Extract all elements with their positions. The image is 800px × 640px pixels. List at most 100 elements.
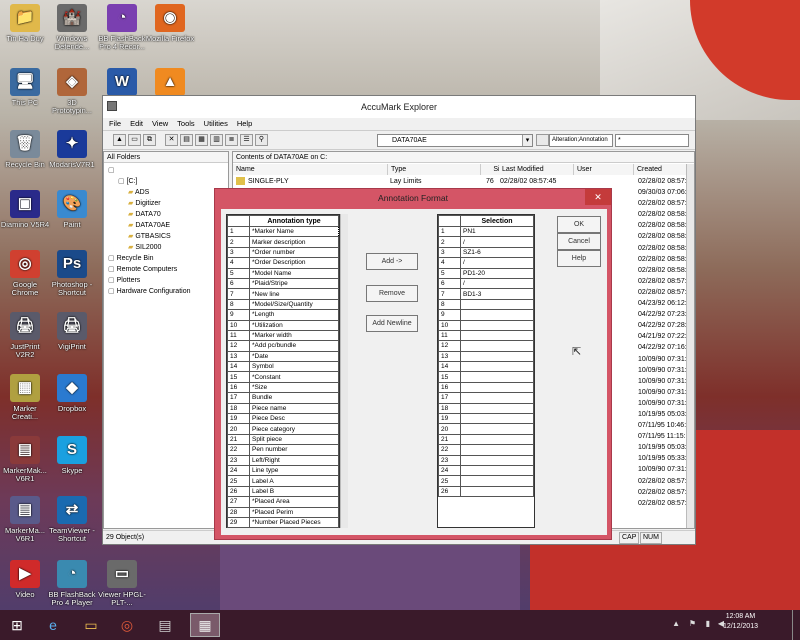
selection-row[interactable]: 20 xyxy=(438,423,534,435)
desktop-icon[interactable]: 🗑 Recycle Bin xyxy=(0,130,50,169)
annotation-type-row[interactable]: 5 *Model Name xyxy=(227,267,339,279)
menu-view[interactable]: View xyxy=(152,118,168,130)
annotation-type-row[interactable]: 21 Split piece xyxy=(227,433,339,446)
desktop-icon[interactable]: 🏰 Windows Defende... xyxy=(47,4,97,51)
selection-row[interactable]: 17 xyxy=(438,392,534,404)
selection-row[interactable]: 1 PN1 xyxy=(438,225,534,238)
tree-item[interactable]: ▢ Plotters xyxy=(108,275,228,286)
selection-row[interactable]: 8 xyxy=(438,298,534,311)
annotation-type-row[interactable]: 18 Piece name xyxy=(227,402,339,415)
properties-icon[interactable]: ▤ xyxy=(180,134,193,146)
alteration-field[interactable]: Alteration;Annotation xyxy=(549,134,613,147)
selection-row[interactable]: 16 xyxy=(438,381,534,394)
selection-row[interactable]: 23 xyxy=(438,454,534,467)
internet-explorer-icon[interactable]: e xyxy=(38,613,68,637)
annotation-type-row[interactable]: 12 *Add pc/bundle xyxy=(227,340,339,352)
explorer-titlebar[interactable]: AccuMark Explorer xyxy=(103,96,695,118)
annotation-type-row[interactable]: 3 *Order number xyxy=(227,246,339,259)
desktop-icon[interactable]: ▤ MarkerMak... V6R1 xyxy=(0,436,50,483)
selection-row[interactable]: 21 xyxy=(438,433,534,446)
desktop-icon[interactable]: ◈ 3D Prototypin... xyxy=(47,68,97,115)
selection-row[interactable]: 22 xyxy=(438,444,534,456)
annotation-type-row[interactable]: 2 Marker description xyxy=(227,236,339,248)
selection-row[interactable]: 19 xyxy=(438,413,534,425)
annotation-type-row[interactable]: 19 Piece Desc xyxy=(227,413,339,425)
large-icons-icon[interactable]: ▦ xyxy=(195,134,208,146)
tree-item[interactable]: ▰ ADS xyxy=(108,187,228,198)
add-newline-button[interactable]: Add Newline xyxy=(366,315,418,332)
remove-button[interactable]: Remove xyxy=(366,285,418,302)
desktop-icon[interactable]: S Skype xyxy=(47,436,97,475)
desktop-icon[interactable]: ◆ Dropbox xyxy=(47,374,97,413)
annotation-taskbar-icon[interactable]: ▦ xyxy=(190,613,220,637)
table-row[interactable]: SINGLE-PLY Lay Limits 76 02/28/02 08:57:… xyxy=(236,176,696,187)
desktop-icon[interactable]: 🖨 JustPrint V2R2 xyxy=(0,312,50,359)
tree-item[interactable]: ▢ Remote Computers xyxy=(108,264,228,275)
desktop-icon[interactable]: ◉ Mozilla Firefox xyxy=(145,4,195,43)
cancel-button[interactable]: Cancel xyxy=(557,233,601,250)
list-icon[interactable]: ≣ xyxy=(225,134,238,146)
folder-tree-pane[interactable]: All Folders ▢ ▢ [C:] ▰ ADS ▰ Digitizer ▰ DA… xyxy=(103,151,229,529)
annotation-type-row[interactable]: 20 Piece category xyxy=(227,423,339,435)
clock[interactable]: 12:08 AM 12/12/2013 xyxy=(723,612,758,632)
menu-edit[interactable]: Edit xyxy=(130,118,143,130)
details-icon[interactable]: ☰ xyxy=(240,134,253,146)
path-combobox[interactable]: DATA70AE ▾ xyxy=(377,134,533,147)
tree-item[interactable]: ▢ [C:] xyxy=(108,176,228,187)
desktop-icon[interactable]: ▭ Viewer HPGL-PLT-... xyxy=(97,560,147,607)
menu-tools[interactable]: Tools xyxy=(177,118,195,130)
start-icon[interactable]: ⊞ xyxy=(2,613,32,637)
desktop-icon[interactable]: ▣ Diamino V5R4 xyxy=(0,190,50,229)
find-icon[interactable]: ⚲ xyxy=(255,134,268,146)
menu-help[interactable]: Help xyxy=(237,118,252,130)
annotation-type-row[interactable]: 23 Left/Right xyxy=(227,454,339,467)
annotation-type-row[interactable]: 13 *Date xyxy=(227,350,339,363)
tree-item[interactable]: ▢ Recycle Bin xyxy=(108,253,228,264)
selection-row[interactable]: 4/ xyxy=(438,257,534,269)
desktop-icon[interactable]: 📁 Tin Ha Duy xyxy=(0,4,50,43)
selection-row[interactable]: 24 xyxy=(438,464,534,477)
tree-item[interactable]: ▢ xyxy=(108,165,228,176)
annotation-type-row[interactable]: 28 *Placed Perim xyxy=(227,506,339,518)
file-explorer-icon[interactable]: ▭ xyxy=(76,613,106,637)
add-button[interactable]: Add -> xyxy=(366,253,418,270)
annotation-type-row[interactable]: 14 Symbol xyxy=(227,361,339,373)
selection-row[interactable]: 12 xyxy=(438,340,534,352)
selection-row[interactable]: 7 BD1-3 xyxy=(438,288,534,300)
desktop-icon[interactable]: ▦ Marker Creati... xyxy=(0,374,50,421)
selection-row[interactable]: 2/ xyxy=(438,236,534,248)
selection-row[interactable]: 25 xyxy=(438,475,534,487)
annotation-type-scrollbar[interactable] xyxy=(340,214,348,528)
annotation-type-row[interactable]: 4 *Order Description xyxy=(227,257,339,269)
annotation-type-row[interactable]: 8 *Model/Size/Quantity xyxy=(227,298,339,311)
copy-icon[interactable]: ⧉ xyxy=(143,134,156,146)
desktop-icon[interactable]: ▤ MarkerMa... V6R1 xyxy=(0,496,50,543)
tree-item[interactable]: ▢ Hardware Configuration xyxy=(108,286,228,297)
up-folder-icon[interactable]: ▲ xyxy=(113,134,126,146)
annotation-type-row[interactable]: 29 *Number Placed Pieces xyxy=(227,516,339,529)
column-last-modified[interactable]: Last Modified xyxy=(499,164,574,175)
annotation-type-row[interactable]: 11 *Marker width xyxy=(227,329,339,342)
selection-row[interactable]: 26 xyxy=(438,485,534,498)
selection-row[interactable]: 6/ xyxy=(438,277,534,290)
open-icon[interactable]: ▭ xyxy=(128,134,141,146)
column-created[interactable]: Created xyxy=(634,164,688,175)
ok-button[interactable]: OK xyxy=(557,216,601,233)
accumark-taskbar-icon[interactable]: ▤ xyxy=(150,613,180,637)
desktop-icon[interactable]: ◔ BB FlashBack Pro 4 Player xyxy=(47,560,97,607)
tray-arrow-icon[interactable]: ▲ xyxy=(672,619,680,628)
selection-row[interactable]: 15 xyxy=(438,371,534,383)
desktop-icon[interactable]: 🖨 VigiPrint xyxy=(47,312,97,351)
annotation-type-row[interactable]: 24 Line type xyxy=(227,464,339,477)
desktop-icon[interactable]: ▶ Video xyxy=(0,560,50,599)
delete-icon[interactable]: ✕ xyxy=(165,134,178,146)
column-name[interactable]: Name xyxy=(233,164,388,175)
annotation-type-row[interactable]: 17 Bundle xyxy=(227,392,339,404)
desktop-icon[interactable]: Ps Photoshop - Shortcut xyxy=(47,250,97,297)
desktop-icon[interactable]: ◎ Google Chrome xyxy=(0,250,50,297)
selection-row[interactable]: 10 xyxy=(438,319,534,331)
annotation-type-row[interactable]: 10 *Utilization xyxy=(227,319,339,331)
selection-row[interactable]: 5 PD1-20 xyxy=(438,267,534,279)
annotation-format-dialog[interactable]: Annotation Format ✕ Annotation type 1 *Ma… xyxy=(214,188,612,540)
selection-row[interactable]: 9 xyxy=(438,309,534,321)
